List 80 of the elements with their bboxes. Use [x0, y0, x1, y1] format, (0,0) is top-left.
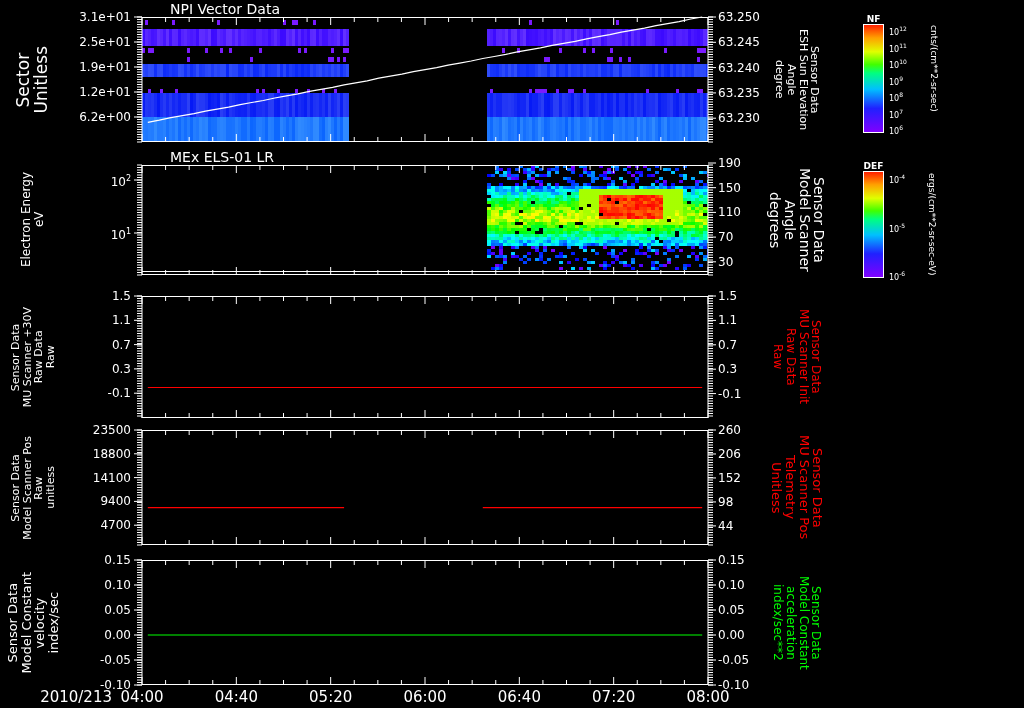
axis-tick-label: 0.7: [718, 337, 738, 352]
axis-tick-label: 1.5: [111, 289, 131, 303]
units-label: cnts/(cm**2-sr-sec): [928, 25, 939, 112]
axis-title: Sector Unitless: [15, 45, 51, 114]
axis-tick-label: 63.240: [718, 60, 760, 75]
axis-tick-label: -0.1: [718, 386, 742, 401]
color-scale-title: DEF: [863, 161, 884, 171]
axis-tick-label: -0.10: [99, 678, 131, 692]
axis-tick-label: 0.00: [104, 628, 131, 642]
axis-title: Sensor Data Model Scanner Angle degrees: [767, 168, 827, 272]
axis-tick-label: 14100: [92, 470, 131, 485]
axis-title: Sensor Data MU Scanner Pos Telemetry Unitless: [769, 435, 825, 540]
axis-tick-label: 0.15: [718, 553, 745, 567]
axis-tick-label: 1.9e+01: [79, 60, 131, 74]
axis-tick-label: 206: [718, 446, 741, 461]
axis-title: Sensor Data ESH Sun Elevation Angle degree: [773, 28, 821, 131]
panel-title: NPI Vector Data: [170, 1, 280, 17]
axis-tick-label: 30: [718, 254, 734, 269]
axis-tick-label: 150: [718, 180, 741, 195]
axis-tick-label: 1.2e+01: [79, 85, 131, 99]
color-scale-label: 10$^{9}$: [889, 73, 904, 88]
axis-tick-label: 2.5e+01: [79, 35, 131, 49]
axis-tick-label: 70: [718, 230, 734, 245]
axis-tick-label: 0.15: [104, 553, 131, 567]
color-scale-label: 10$^{8}$: [889, 90, 904, 104]
axis-title: Sensor Data MU Scanner +30V Raw Data Raw: [9, 306, 57, 408]
axis-tick-label: 18800: [92, 446, 131, 461]
color-scale-label: 10$^{-5}$: [889, 220, 906, 235]
axis-tick-label: 1.5: [718, 289, 738, 303]
axis-tick-label: 23500: [92, 423, 131, 437]
time-tick-label: 05:20: [309, 687, 353, 706]
axis-tick-label: 190: [718, 156, 741, 170]
axis-tick-label: 63.235: [718, 85, 760, 100]
axis-tick-label: 0.10: [104, 578, 131, 592]
axis-tick-label: -0.05: [718, 653, 750, 667]
axis-tick-label: 10$^{1}$: [110, 225, 131, 242]
color-scale-label: 10$^{-4}$: [889, 172, 906, 186]
axis-tick-label: 152: [718, 470, 741, 485]
axis-tick-label: 0.7: [111, 337, 131, 352]
axis-tick-label: 98: [718, 494, 734, 509]
time-tick-label: 06:40: [497, 687, 541, 706]
axis-tick-label: 1.1: [718, 313, 738, 328]
axis-tick-label: 63.245: [718, 35, 760, 50]
axis-tick-label: -0.10: [718, 678, 750, 692]
color-scale-title: NF: [866, 14, 881, 24]
units-label: ergs/(cm**2-sr-sec-eV): [927, 173, 938, 276]
axis-tick-label: 3.1e+01: [79, 10, 131, 24]
time-tick-label: 06:00: [403, 687, 447, 706]
axis-tick-label: 0.05: [718, 603, 745, 617]
color-scale-label: 10$^{6}$: [889, 123, 904, 137]
axis-tick-label: 44: [718, 518, 734, 533]
axis-tick-label: 63.230: [718, 111, 760, 126]
color-scale-label: 10$^{12}$: [889, 24, 907, 38]
axis-title: Sensor Data Model Scanner Pos Raw unitless: [9, 435, 57, 540]
axis-title: Sensor Data MU Scanner Init Raw Data Raw: [771, 309, 823, 405]
time-tick-label: 07:20: [592, 687, 636, 706]
axis-title: Sensor Data Model Constant acceleration index/sec**2: [771, 575, 823, 670]
panel-title: MEx ELS-01 LR: [170, 149, 275, 165]
color-scale-label: 10$^{11}$: [889, 40, 907, 55]
axis-tick-label: 0.05: [104, 603, 131, 617]
axis-tick-label: 4700: [100, 518, 131, 533]
time-tick-label: 04:40: [214, 687, 258, 706]
axis-tick-label: 110: [718, 205, 741, 220]
color-scale-label: 10$^{7}$: [889, 106, 904, 121]
axis-tick-label: 260: [718, 423, 741, 437]
axis-title: Sensor Data Model Constant velocity index/sec: [5, 571, 61, 674]
axis-tick-label: 6.2e+00: [79, 110, 131, 124]
axis-tick-label: 0.10: [718, 578, 745, 592]
axis-tick-label: 0.3: [718, 362, 738, 377]
axis-tick-label: -0.1: [107, 386, 131, 401]
axis-title: Electron Energy eV: [20, 172, 46, 268]
axis-tick-label: 63.250: [718, 10, 760, 24]
axis-tick-label: -0.05: [99, 653, 131, 667]
axis-tick-label: 0.00: [718, 628, 745, 642]
color-scale-label: 10$^{-6}$: [889, 269, 906, 283]
color-scale-label: 10$^{10}$: [889, 57, 907, 71]
axis-tick-label: 9400: [100, 494, 131, 509]
axis-tick-label: 0.3: [111, 361, 131, 376]
axis-tick-label: 1.1: [111, 313, 131, 328]
axis-tick-label: 10$^{2}$: [110, 172, 131, 189]
